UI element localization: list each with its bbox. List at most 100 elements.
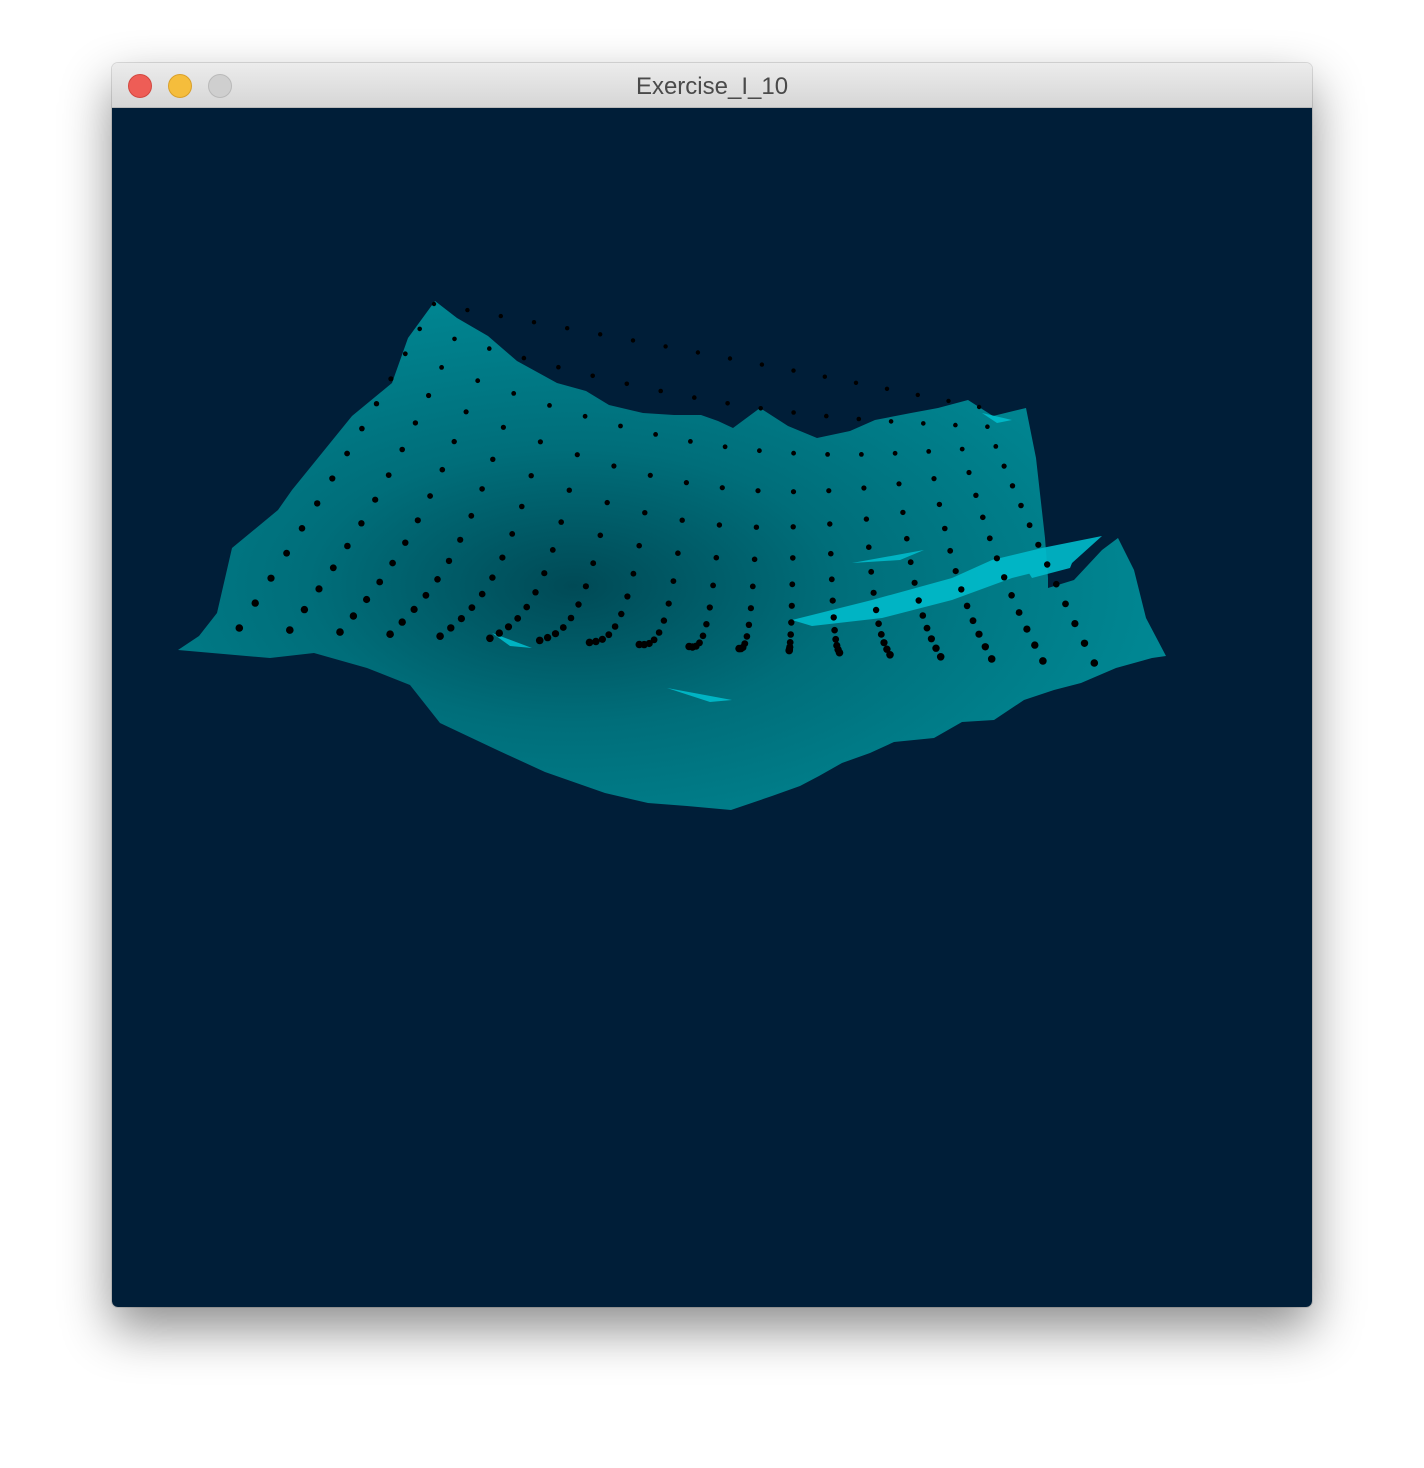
control-point: [402, 351, 408, 357]
control-point: [870, 589, 877, 596]
control-point: [859, 452, 864, 457]
control-point: [283, 549, 290, 557]
control-point: [900, 509, 906, 516]
control-point: [556, 364, 561, 370]
control-point: [647, 472, 653, 478]
control-point: [468, 604, 476, 611]
control-point: [642, 510, 648, 516]
control-point: [537, 439, 543, 445]
control-point: [385, 472, 392, 478]
control-point: [915, 597, 922, 604]
control-point: [827, 521, 833, 527]
control-point: [1090, 659, 1099, 667]
control-point: [511, 391, 517, 396]
control-point: [826, 488, 832, 494]
control-point: [611, 623, 619, 630]
control-point: [436, 632, 444, 640]
control-point: [463, 409, 469, 415]
control-point: [478, 590, 486, 598]
control-point: [936, 501, 943, 508]
control-point: [923, 624, 931, 632]
render-canvas[interactable]: [112, 108, 1312, 1307]
control-point: [757, 448, 762, 454]
control-point: [336, 628, 344, 636]
control-point: [863, 516, 870, 522]
control-point: [315, 585, 323, 593]
control-point: [434, 576, 441, 583]
control-point: [830, 614, 837, 621]
control-point: [789, 581, 796, 588]
control-point: [875, 620, 882, 627]
control-point: [915, 392, 920, 398]
control-point: [559, 624, 567, 631]
control-point: [422, 591, 430, 599]
control-point: [358, 520, 365, 527]
control-point: [791, 450, 796, 456]
control-point: [1031, 641, 1039, 649]
control-point: [788, 602, 795, 609]
control-point: [866, 544, 872, 550]
control-point: [582, 583, 589, 590]
control-point: [758, 406, 763, 411]
control-point: [884, 386, 890, 391]
control-point: [457, 536, 464, 543]
control-point: [388, 376, 394, 382]
control-point: [590, 373, 595, 379]
control-point: [1001, 463, 1007, 469]
control-point: [868, 568, 875, 575]
control-point: [630, 570, 637, 577]
control-point: [892, 450, 898, 456]
control-point: [344, 450, 350, 457]
control-point: [636, 542, 642, 549]
control-point: [558, 519, 564, 525]
control-point: [665, 600, 672, 607]
control-point: [1080, 639, 1089, 647]
control-point: [926, 449, 932, 454]
control-point: [1053, 580, 1060, 588]
control-point: [519, 503, 525, 510]
control-point: [373, 401, 380, 407]
control-point: [745, 621, 753, 628]
control-point: [986, 535, 993, 542]
control-point: [835, 648, 844, 657]
control-point: [791, 368, 796, 373]
control-point: [722, 444, 728, 450]
control-point: [735, 644, 743, 653]
control-point: [372, 496, 379, 503]
control-point: [953, 422, 958, 428]
control-point: [719, 485, 725, 491]
control-point: [969, 617, 977, 625]
control-point: [880, 639, 888, 647]
control-point: [856, 416, 862, 422]
control-point: [500, 424, 506, 430]
control-point: [490, 456, 496, 462]
control-point: [541, 570, 548, 577]
control-point: [688, 439, 693, 444]
control-point: [1062, 600, 1069, 608]
control-point: [504, 623, 513, 631]
control-point: [1008, 592, 1015, 599]
control-point: [575, 601, 582, 608]
control-point: [985, 424, 990, 430]
control-point: [489, 574, 496, 581]
control-point: [475, 378, 481, 384]
control-point: [1044, 561, 1051, 568]
control-point: [567, 614, 575, 622]
control-point: [431, 301, 437, 307]
control-point: [457, 615, 465, 623]
control-point: [1026, 522, 1033, 529]
control-point: [872, 606, 880, 614]
control-point: [981, 643, 989, 651]
control-point: [611, 463, 617, 469]
control-point: [582, 413, 588, 419]
control-point: [904, 535, 910, 542]
control-point: [329, 475, 336, 482]
control-point: [655, 629, 663, 636]
control-point: [919, 612, 927, 619]
window-title: Exercise_I_10: [635, 73, 789, 100]
title-bar[interactable]: Exercise_I_10: [112, 63, 1312, 108]
control-point: [936, 653, 945, 661]
control-point: [755, 488, 761, 494]
control-point: [618, 423, 623, 429]
control-point: [692, 395, 697, 400]
